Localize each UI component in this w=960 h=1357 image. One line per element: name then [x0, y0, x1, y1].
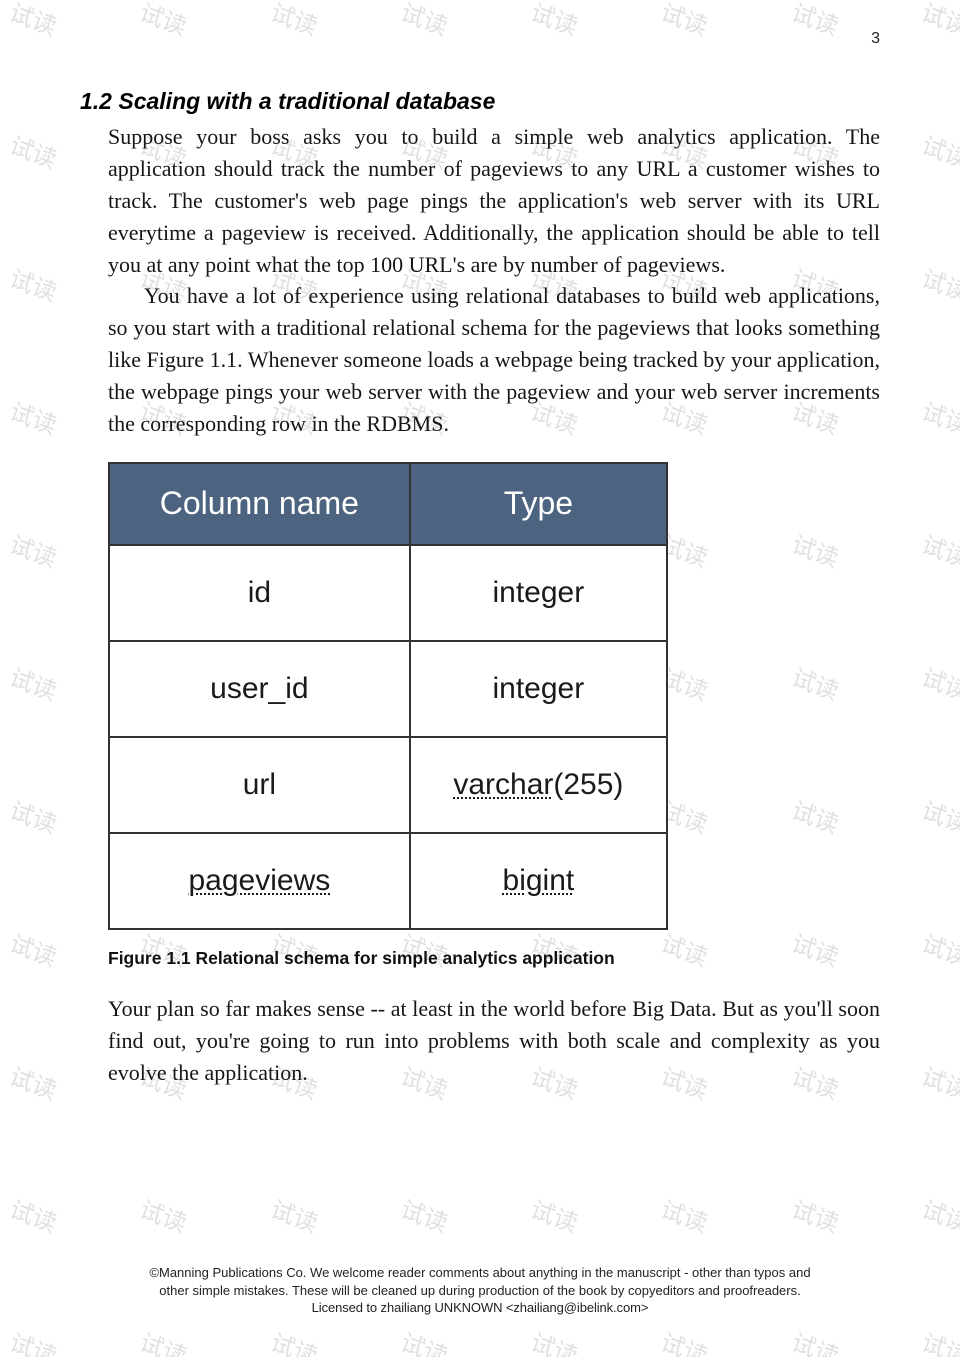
schema-table: Column name Type idintegeruser_idinteger… [108, 462, 668, 930]
table-header-row: Column name Type [109, 463, 667, 545]
watermark-text: 试读 [136, 1323, 193, 1357]
watermark-text: 试读 [657, 1323, 714, 1357]
cell-type: varchar(255) [410, 737, 667, 833]
paragraph-1-text: Suppose your boss asks you to build a si… [108, 124, 880, 277]
paragraph-1: Suppose your boss asks you to build a si… [108, 121, 880, 280]
th-column-name: Column name [109, 463, 410, 545]
watermark-text: 试读 [396, 1190, 453, 1239]
cell-column-name: pageviews [109, 833, 410, 929]
watermark-text: 试读 [657, 1190, 714, 1239]
watermark-text: 试读 [266, 1190, 323, 1239]
table-row: urlvarchar(255) [109, 737, 667, 833]
watermark-text: 试读 [396, 1323, 453, 1357]
watermark-text: 试读 [787, 1323, 844, 1357]
watermark-text: 试读 [917, 1323, 960, 1357]
watermark-text: 试读 [5, 1190, 62, 1239]
table-row: user_idinteger [109, 641, 667, 737]
footer-line-1: ©Manning Publications Co. We welcome rea… [0, 1264, 960, 1282]
figure-caption: Figure 1.1 Relational schema for simple … [108, 948, 880, 969]
page-number: 3 [871, 30, 880, 48]
cell-type: integer [410, 545, 667, 641]
watermark-text: 试读 [527, 1323, 584, 1357]
watermark-text: 试读 [527, 1190, 584, 1239]
cell-column-name: url [109, 737, 410, 833]
watermark-text: 试读 [917, 1190, 960, 1239]
cell-type: bigint [410, 833, 667, 929]
th-type: Type [410, 463, 667, 545]
cell-column-name: user_id [109, 641, 410, 737]
cell-type: integer [410, 641, 667, 737]
page-content: 3 1.2 Scaling with a traditional databas… [0, 0, 960, 1089]
cell-column-name: id [109, 545, 410, 641]
schema-tbody: idintegeruser_idintegerurlvarchar(255)pa… [109, 545, 667, 929]
paragraph-1b: You have a lot of experience using relat… [108, 280, 880, 439]
paragraph-1b-text: You have a lot of experience using relat… [108, 283, 880, 436]
watermark-text: 试读 [266, 1323, 323, 1357]
page-footer: ©Manning Publications Co. We welcome rea… [0, 1264, 960, 1317]
table-row: pageviewsbigint [109, 833, 667, 929]
paragraph-2-text: Your plan so far makes sense -- at least… [108, 996, 880, 1085]
footer-line-2: other simple mistakes. These will be cle… [0, 1282, 960, 1300]
footer-line-3: Licensed to zhailiang UNKNOWN <zhailiang… [0, 1299, 960, 1317]
watermark-text: 试读 [787, 1190, 844, 1239]
paragraph-2: Your plan so far makes sense -- at least… [108, 993, 880, 1089]
table-row: idinteger [109, 545, 667, 641]
watermark-text: 试读 [136, 1190, 193, 1239]
schema-table-wrap: Column name Type idintegeruser_idinteger… [108, 462, 880, 930]
watermark-text: 试读 [5, 1323, 62, 1357]
section-heading: 1.2 Scaling with a traditional database [80, 88, 880, 115]
